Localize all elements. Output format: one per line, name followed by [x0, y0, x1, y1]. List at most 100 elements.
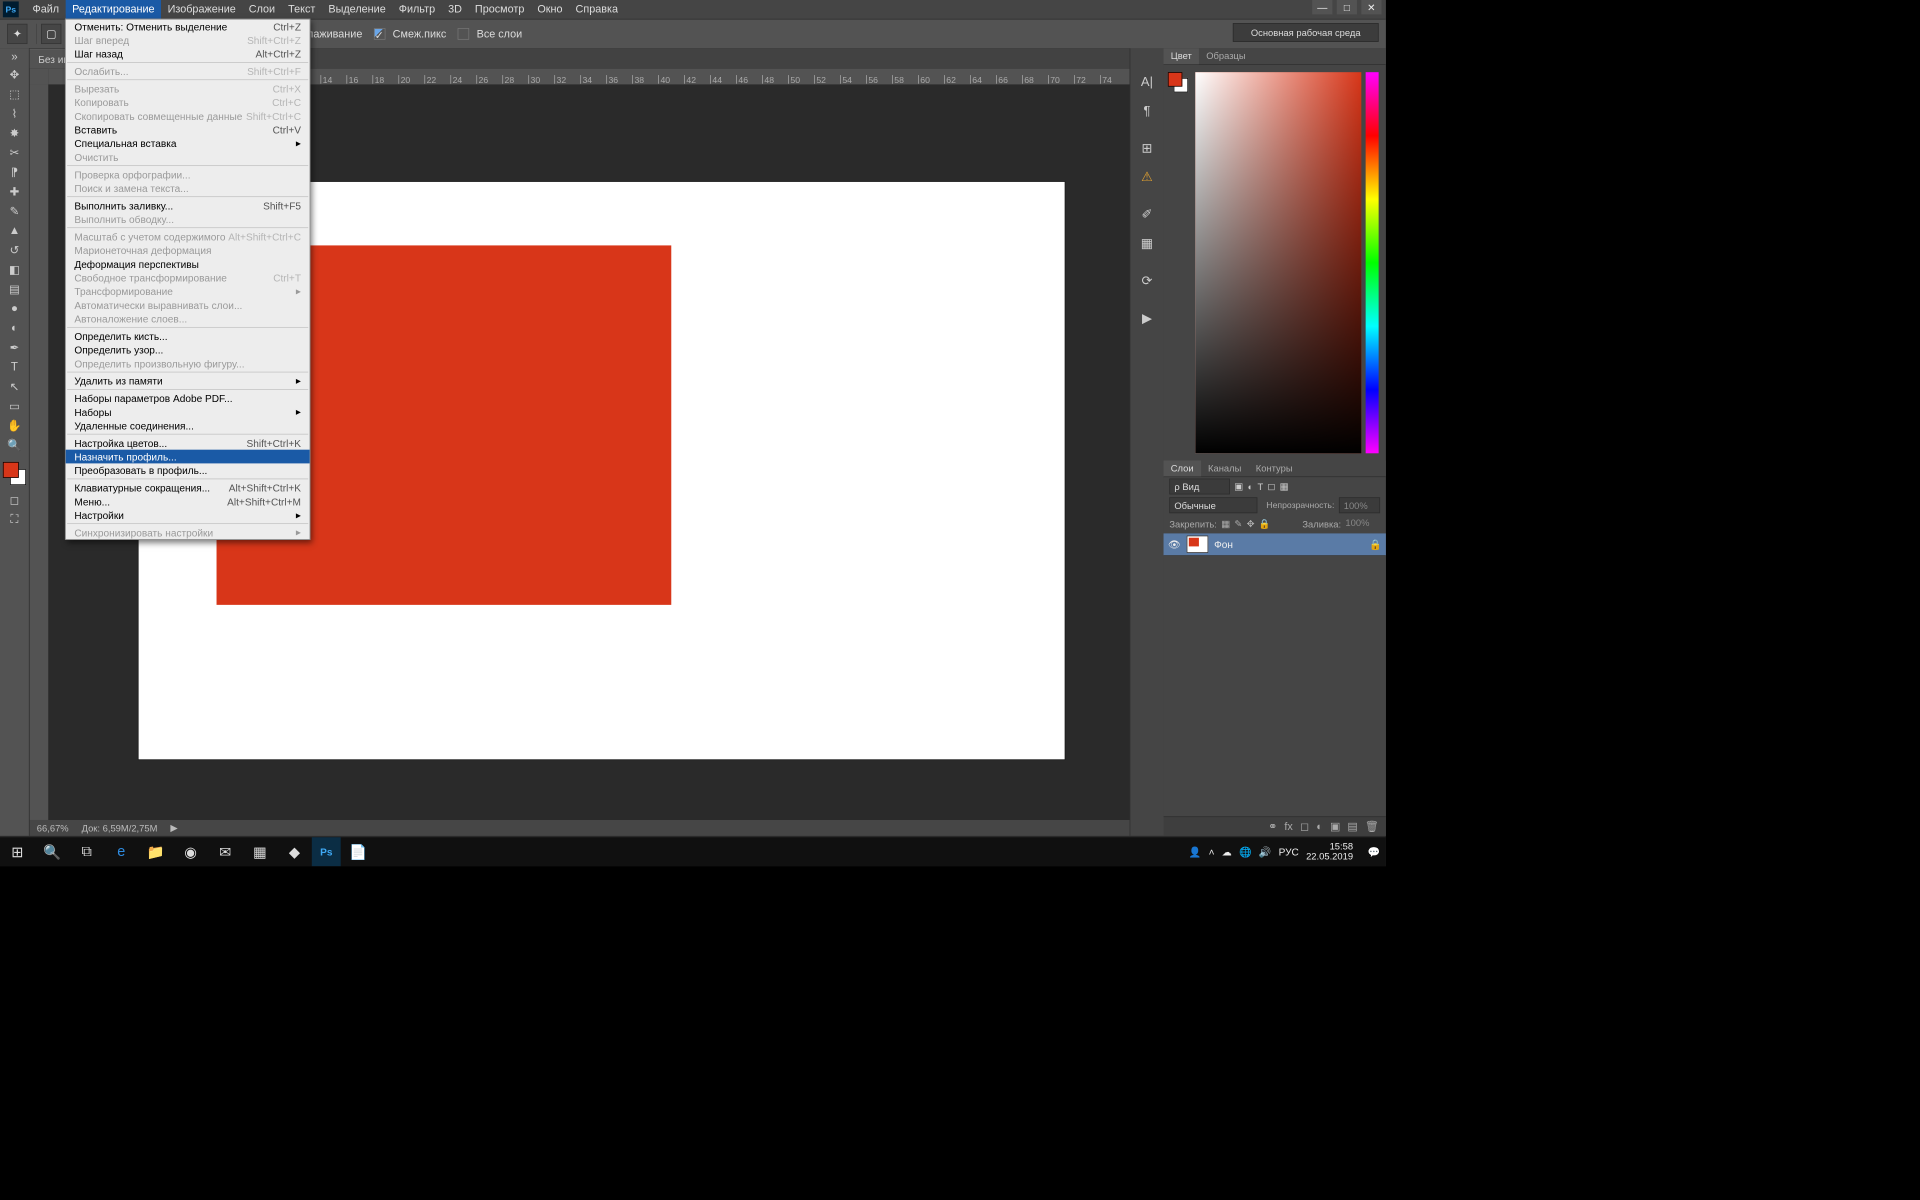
workspace-switcher[interactable]: Основная рабочая среда: [1233, 23, 1379, 42]
tray-language[interactable]: РУС: [1279, 846, 1299, 858]
selection-mode-new[interactable]: ▢: [41, 24, 61, 44]
tray-notifications-icon[interactable]: 💬: [1367, 846, 1380, 858]
panel-icon-history[interactable]: ⟳: [1137, 271, 1157, 291]
taskbar-mail-icon[interactable]: ✉: [208, 837, 243, 866]
tool-quick-select[interactable]: ✸: [4, 124, 26, 142]
taskbar-steam-icon[interactable]: ◆: [277, 837, 312, 866]
panel-color-swatches[interactable]: [1168, 72, 1188, 92]
tool-eyedropper[interactable]: ⁋: [4, 163, 26, 181]
minimize-button[interactable]: —: [1312, 0, 1332, 14]
menu-item[interactable]: Специальная вставка▸: [66, 136, 310, 150]
taskbar-chrome-icon[interactable]: ◉: [173, 837, 208, 866]
taskbar-photoshop-icon[interactable]: Ps: [312, 837, 341, 866]
menu-изображение[interactable]: Изображение: [161, 0, 242, 19]
menu-текст[interactable]: Текст: [282, 0, 322, 19]
fill-input[interactable]: 100%: [1345, 518, 1380, 531]
tray-network-icon[interactable]: 🌐: [1239, 846, 1252, 858]
filter-shape-icon[interactable]: ◻: [1268, 481, 1276, 493]
task-view-icon[interactable]: ⧉: [69, 837, 104, 866]
panel-icon-brush[interactable]: ✐: [1137, 204, 1157, 224]
menu-item[interactable]: Определить узор...: [66, 343, 310, 357]
menu-item[interactable]: Настройка цветов...Shift+Ctrl+K: [66, 436, 310, 450]
panel-icon-swatches2[interactable]: ▦: [1137, 233, 1157, 253]
tab-swatches[interactable]: Образцы: [1199, 48, 1253, 64]
start-button[interactable]: ⊞: [0, 837, 35, 866]
layer-name[interactable]: Фон: [1214, 538, 1233, 550]
menu-item[interactable]: Выполнить заливку...Shift+F5: [66, 198, 310, 212]
tool-hand[interactable]: ✋: [4, 416, 26, 434]
layer-group-icon[interactable]: ▣: [1330, 820, 1340, 833]
search-icon[interactable]: 🔍: [35, 837, 70, 866]
menu-item[interactable]: Наборы▸: [66, 405, 310, 419]
menu-item[interactable]: Настройки▸: [66, 508, 310, 522]
lock-transparent-icon[interactable]: ▦: [1221, 518, 1230, 530]
panel-icon-play[interactable]: ▶: [1137, 308, 1157, 328]
tool-eraser[interactable]: ◧: [4, 261, 26, 279]
menu-просмотр[interactable]: Просмотр: [468, 0, 530, 19]
menu-редактирование[interactable]: Редактирование: [66, 0, 161, 19]
tool-screen-mode[interactable]: ⛶: [4, 510, 26, 528]
menu-файл[interactable]: Файл: [26, 0, 66, 19]
close-button[interactable]: ✕: [1361, 0, 1381, 14]
tool-type[interactable]: T: [4, 358, 26, 376]
taskbar-app1-icon[interactable]: ▦: [243, 837, 278, 866]
layer-row[interactable]: 👁 Фон 🔒: [1164, 533, 1386, 555]
filter-pixel-icon[interactable]: ▣: [1234, 481, 1243, 493]
tool-dodge[interactable]: ◐: [4, 319, 26, 337]
tab-paths[interactable]: Контуры: [1249, 461, 1300, 477]
filter-type-icon[interactable]: T: [1257, 481, 1263, 492]
tool-crop[interactable]: ✂: [4, 144, 26, 162]
status-zoom[interactable]: 66,67%: [37, 822, 69, 833]
tool-lasso[interactable]: ⌇: [4, 105, 26, 123]
menu-окно[interactable]: Окно: [531, 0, 569, 19]
tool-blur[interactable]: ●: [4, 300, 26, 318]
menu-item[interactable]: Назначить профиль...: [66, 450, 310, 464]
menu-item[interactable]: Клавиатурные сокращения...Alt+Shift+Ctrl…: [66, 481, 310, 495]
taskbar-explorer-icon[interactable]: 📁: [139, 837, 174, 866]
taskbar-app2-icon[interactable]: 📄: [341, 837, 376, 866]
panel-icon-warn[interactable]: ⚠: [1137, 167, 1157, 187]
layer-link-icon[interactable]: ⚭: [1268, 820, 1277, 833]
panel-icon-glyphs[interactable]: ⊞: [1137, 138, 1157, 158]
tool-quick-mask[interactable]: ◻: [4, 491, 26, 509]
layer-fx-icon[interactable]: fx: [1284, 820, 1292, 832]
tool-preset-icon[interactable]: ✦: [7, 24, 27, 44]
layer-mask-icon[interactable]: ◻: [1300, 820, 1309, 833]
layer-visibility-icon[interactable]: 👁: [1168, 538, 1181, 550]
filter-adjust-icon[interactable]: ◐: [1247, 481, 1253, 492]
menu-фильтр[interactable]: Фильтр: [392, 0, 441, 19]
tab-layers[interactable]: Слои: [1164, 461, 1201, 477]
ruler-corner[interactable]: [30, 69, 49, 85]
menu-выделение[interactable]: Выделение: [322, 0, 392, 19]
tray-people-icon[interactable]: 👤: [1189, 846, 1202, 858]
tab-channels[interactable]: Каналы: [1201, 461, 1249, 477]
color-swatches[interactable]: [3, 462, 26, 485]
opacity-input[interactable]: 100%: [1339, 497, 1380, 513]
menu-item[interactable]: Меню...Alt+Shift+Ctrl+M: [66, 494, 310, 508]
tool-move[interactable]: ✥: [4, 66, 26, 84]
lock-position-icon[interactable]: ✥: [1247, 518, 1255, 530]
tool-zoom[interactable]: 🔍: [4, 436, 26, 454]
contiguous-checkbox[interactable]: ✓: [374, 28, 386, 40]
tool-healing[interactable]: ✚: [4, 183, 26, 201]
blend-mode-dropdown[interactable]: Обычные: [1169, 497, 1257, 513]
panel-icon-character[interactable]: A|: [1137, 71, 1157, 91]
menu-справка[interactable]: Справка: [569, 0, 624, 19]
lock-all-icon[interactable]: 🔒: [1259, 518, 1271, 530]
tab-color[interactable]: Цвет: [1164, 48, 1199, 64]
tray-clock[interactable]: 15:58 22.05.2019: [1306, 842, 1360, 862]
layer-delete-icon[interactable]: 🗑: [1365, 820, 1379, 833]
filter-smart-icon[interactable]: ▦: [1280, 481, 1289, 493]
tool-stamp[interactable]: ▲: [4, 222, 26, 240]
tool-gradient[interactable]: ▤: [4, 280, 26, 298]
tool-shape[interactable]: ▭: [4, 397, 26, 415]
panel-icon-paragraph[interactable]: ¶: [1137, 100, 1157, 120]
all-layers-checkbox[interactable]: [458, 28, 470, 40]
menu-item[interactable]: Деформация перспективы: [66, 257, 310, 271]
double-arrow-icon[interactable]: »: [4, 51, 26, 64]
status-doc-info[interactable]: Док: 6,59M/2,75M: [82, 822, 158, 833]
panel-fg-swatch[interactable]: [1168, 72, 1182, 86]
layer-filter-dropdown[interactable]: ρ Вид: [1169, 479, 1230, 495]
ruler-vertical[interactable]: [30, 84, 49, 820]
layer-thumbnail[interactable]: [1187, 536, 1209, 553]
